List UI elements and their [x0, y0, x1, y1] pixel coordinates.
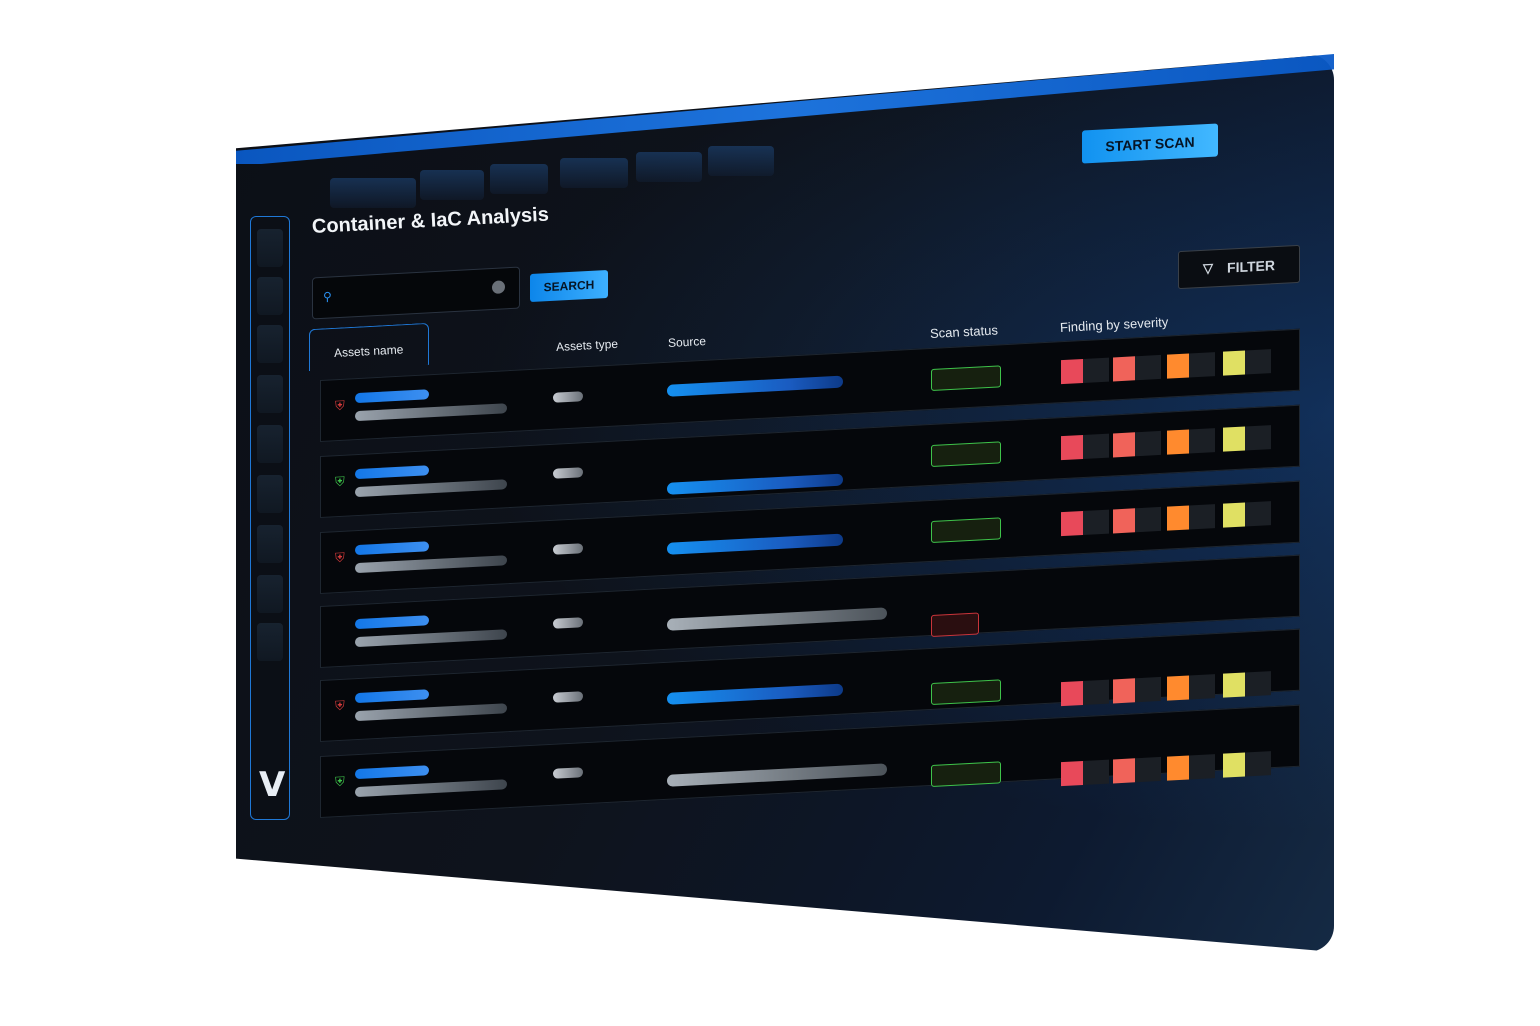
shield-check-icon: ⛨	[335, 773, 345, 790]
source-placeholder	[667, 375, 843, 397]
asset-type-placeholder	[553, 691, 583, 703]
asset-type-placeholder	[553, 391, 583, 403]
search-button[interactable]: SEARCH	[530, 269, 608, 303]
severity-critical	[1061, 433, 1109, 461]
sidebar-item-6[interactable]	[257, 475, 283, 513]
sidebar-item-3[interactable]	[257, 325, 283, 363]
scan-status-badge	[931, 761, 1001, 787]
nav-tab-3[interactable]	[490, 164, 548, 194]
severity-low	[1223, 671, 1271, 698]
nav-tab-1[interactable]	[330, 178, 416, 208]
sidebar: V	[250, 216, 290, 820]
severity-low	[1223, 751, 1271, 778]
asset-subtitle-placeholder	[355, 703, 507, 722]
filter-label: FILTER	[1227, 257, 1275, 276]
asset-type-placeholder	[553, 767, 583, 779]
source-placeholder	[667, 473, 843, 495]
nav-tab-4[interactable]	[560, 158, 628, 188]
scan-status-badge	[931, 365, 1001, 391]
scan-status-badge	[931, 517, 1001, 543]
asset-type-placeholder	[553, 617, 583, 629]
search-clear-icon[interactable]	[492, 280, 505, 295]
asset-name-placeholder	[355, 615, 429, 630]
severity-high	[1113, 354, 1161, 382]
source-placeholder	[667, 763, 887, 787]
asset-name-placeholder	[355, 765, 429, 780]
severity-medium	[1167, 754, 1215, 781]
severity-critical	[1061, 759, 1109, 787]
sidebar-item-8[interactable]	[257, 575, 283, 613]
sidebar-item-9[interactable]	[257, 623, 283, 661]
sidebar-item-7[interactable]	[257, 525, 283, 563]
severity-low	[1223, 425, 1271, 452]
severity-critical	[1061, 357, 1109, 385]
severity-medium	[1167, 428, 1215, 455]
search-icon: ⚲	[323, 289, 332, 304]
asset-subtitle-placeholder	[355, 555, 507, 574]
nav-tab-5[interactable]	[636, 152, 702, 182]
severity-high	[1113, 756, 1161, 784]
scan-status-badge	[931, 441, 1001, 467]
asset-subtitle-placeholder	[355, 403, 507, 422]
severity-medium	[1167, 674, 1215, 701]
severity-low	[1223, 349, 1271, 376]
asset-name-placeholder	[355, 389, 429, 404]
header-source[interactable]: Source	[668, 334, 707, 350]
asset-name-placeholder	[355, 541, 429, 556]
asset-type-placeholder	[553, 543, 583, 555]
severity-high	[1113, 676, 1161, 704]
shield-risk-icon: ⛨	[335, 397, 345, 414]
severity-high	[1113, 430, 1161, 458]
scan-status-badge	[931, 612, 979, 637]
severity-low	[1223, 501, 1271, 528]
source-placeholder	[667, 683, 843, 705]
severity-medium	[1167, 352, 1215, 379]
severity-high	[1113, 506, 1161, 534]
brand-logo: V	[259, 765, 286, 805]
source-placeholder	[667, 533, 843, 555]
scan-status-badge	[931, 679, 1001, 705]
severity-medium	[1167, 504, 1215, 531]
asset-subtitle-placeholder	[355, 479, 507, 498]
sidebar-item-4[interactable]	[257, 375, 283, 413]
asset-name-placeholder	[355, 465, 429, 480]
asset-type-placeholder	[553, 467, 583, 479]
shield-risk-icon: ⛨	[335, 697, 345, 714]
sidebar-item-1[interactable]	[257, 229, 283, 267]
severity-critical	[1061, 509, 1109, 537]
asset-subtitle-placeholder	[355, 779, 507, 798]
filter-button[interactable]: ▽ FILTER	[1178, 244, 1300, 290]
sidebar-item-5[interactable]	[257, 425, 283, 463]
source-placeholder	[667, 607, 887, 631]
nav-tab-6[interactable]	[708, 146, 774, 176]
sidebar-item-2[interactable]	[257, 277, 283, 315]
severity-critical	[1061, 679, 1109, 707]
filter-icon: ▽	[1203, 260, 1214, 276]
shield-check-icon: ⛨	[335, 473, 345, 490]
nav-tab-2[interactable]	[420, 170, 484, 200]
asset-name-placeholder	[355, 689, 429, 704]
shield-risk-icon: ⛨	[335, 549, 345, 566]
asset-subtitle-placeholder	[355, 629, 507, 648]
